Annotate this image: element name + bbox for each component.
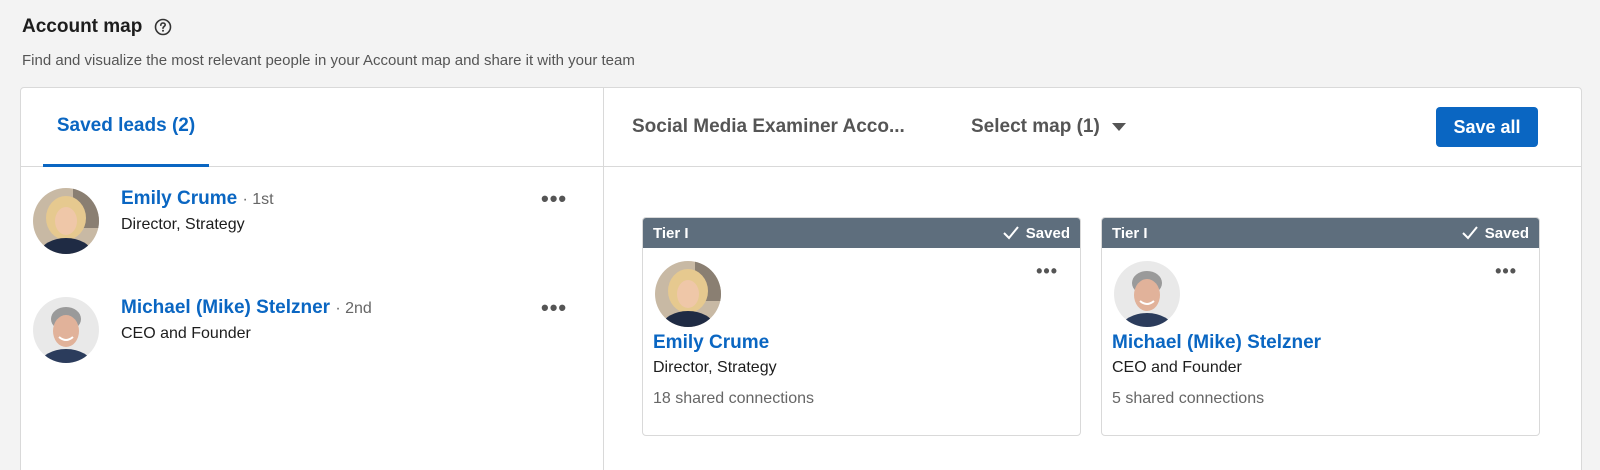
avatar[interactable] (655, 261, 721, 327)
lead-card: Tier I Saved ••• Emily Crume Director, S… (642, 217, 1081, 436)
lead-name[interactable]: Emily Crume (121, 188, 237, 209)
checkmark-icon (1462, 226, 1478, 240)
shared-connections[interactable]: 18 shared connections (653, 390, 814, 408)
tier-label: Tier I (1112, 224, 1148, 242)
saved-leads-panel: Saved leads (2) Emily Crume · 1st Direct… (21, 88, 604, 470)
help-icon[interactable] (154, 18, 172, 36)
select-map-dropdown[interactable]: Select map (1) (971, 116, 1126, 138)
checkmark-icon (1003, 226, 1019, 240)
tier-label: Tier I (653, 224, 689, 242)
page-title: Account map (22, 16, 143, 37)
shared-connections[interactable]: 5 shared connections (1112, 390, 1264, 408)
lead-item[interactable]: Michael (Mike) Stelzner · 2nd CEO and Fo… (33, 297, 593, 367)
tab-bar: Saved leads (2) (21, 88, 603, 167)
avatar[interactable] (33, 188, 99, 254)
saved-label: Saved (1025, 224, 1070, 242)
more-horizontal-icon[interactable]: ••• (1495, 262, 1517, 280)
lead-card: Tier I Saved ••• Michael (Mike) Stelzner… (1101, 217, 1540, 436)
map-toolbar: Social Media Examiner Acco... Select map… (604, 88, 1581, 167)
lead-role: CEO and Founder (121, 325, 251, 342)
lead-role: Director, Strategy (653, 359, 777, 376)
account-map-view: Social Media Examiner Acco... Select map… (604, 88, 1581, 470)
page-subtitle: Find and visualize the most relevant peo… (22, 52, 635, 69)
card-header: Tier I Saved (643, 218, 1080, 248)
lead-name[interactable]: Emily Crume (653, 332, 769, 354)
more-horizontal-icon[interactable]: ••• (541, 188, 567, 210)
more-horizontal-icon[interactable]: ••• (1036, 262, 1058, 280)
saved-label: Saved (1484, 224, 1529, 242)
avatar[interactable] (1114, 261, 1180, 327)
saved-status: Saved (1002, 225, 1070, 242)
save-all-button[interactable]: Save all (1436, 107, 1538, 147)
account-map-panel: Saved leads (2) Emily Crume · 1st Direct… (20, 87, 1582, 470)
connection-degree: · 2nd (335, 300, 372, 317)
more-horizontal-icon[interactable]: ••• (541, 297, 567, 319)
avatar[interactable] (33, 297, 99, 363)
connection-degree: · 1st (242, 191, 274, 208)
tab-saved-leads[interactable]: Saved leads (2) (43, 88, 209, 167)
lead-name[interactable]: Michael (Mike) Stelzner (121, 297, 330, 318)
map-name: Social Media Examiner Acco... (632, 116, 905, 137)
lead-item[interactable]: Emily Crume · 1st Director, Strategy ••• (33, 188, 593, 258)
saved-status: Saved (1461, 225, 1529, 242)
lead-role: CEO and Founder (1112, 359, 1242, 376)
lead-role: Director, Strategy (121, 216, 245, 233)
card-header: Tier I Saved (1102, 218, 1539, 248)
lead-name[interactable]: Michael (Mike) Stelzner (1112, 332, 1321, 354)
select-map-label: Select map (1) (971, 116, 1100, 137)
page-header: Account map Find and visualize the most … (22, 16, 635, 69)
caret-down-icon (1111, 123, 1126, 131)
